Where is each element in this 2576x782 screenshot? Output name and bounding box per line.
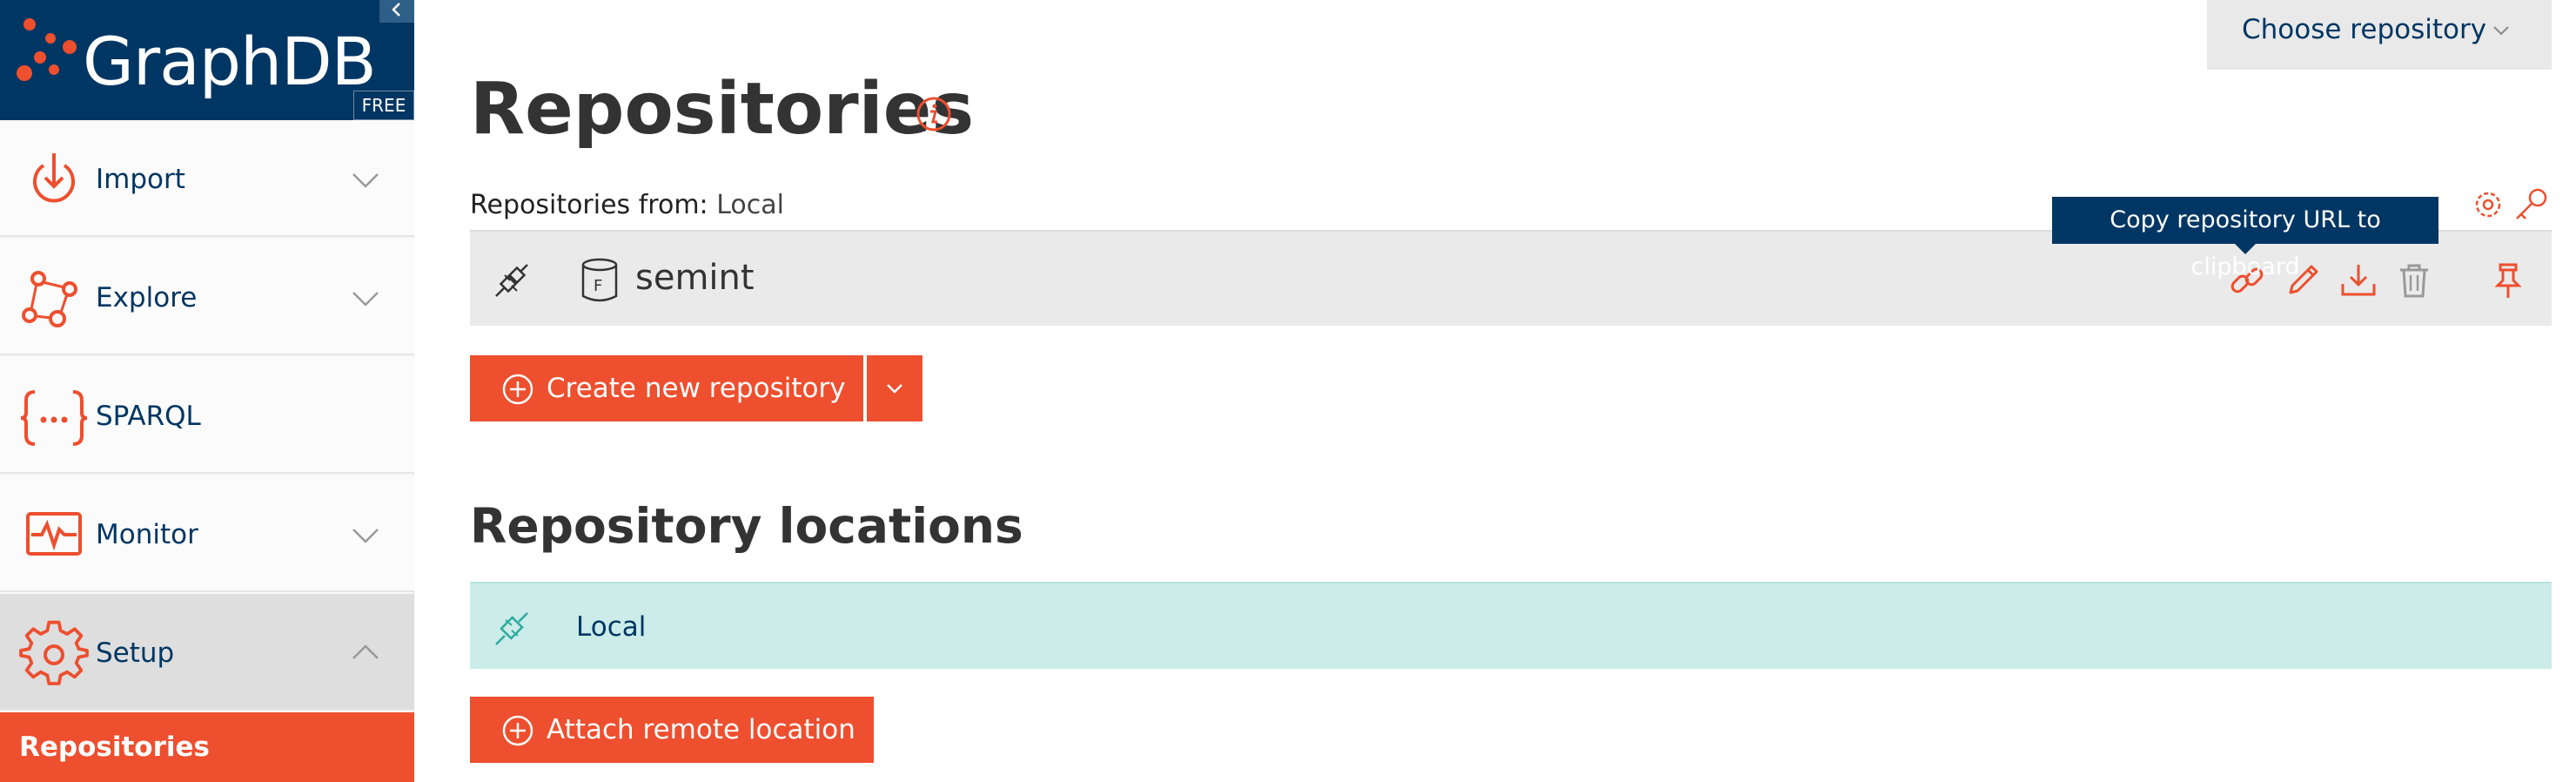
info-icon[interactable]	[916, 96, 952, 132]
monitor-icon	[26, 512, 82, 556]
copy-url-tooltip: Copy repository URL to clipboard	[2052, 197, 2438, 280]
edition-badge: FREE	[353, 91, 414, 120]
collapse-sidebar-button[interactable]	[379, 0, 414, 23]
attach-remote-location-button[interactable]: Attach remote location	[470, 697, 874, 763]
sidebar-item-label: SPARQL	[96, 401, 201, 432]
chevron-down-icon	[352, 173, 379, 188]
repositories-from: Repositories from: Local	[470, 190, 784, 220]
database-icon: F	[581, 258, 618, 302]
gear-icon[interactable]	[2472, 188, 2505, 221]
sidebar-item-label: Import	[96, 164, 185, 195]
create-repository-label: Create new repository	[547, 373, 846, 404]
logo-bar[interactable]: GraphDB FREE	[0, 0, 414, 120]
chevron-left-icon	[392, 3, 400, 17]
sidebar-item-label: Explore	[96, 282, 198, 313]
sidebar-item-explore[interactable]: Explore	[0, 239, 414, 355]
sidebar-item-label: Monitor	[96, 519, 198, 550]
chevron-up-icon	[352, 644, 379, 659]
chevron-down-icon	[2493, 26, 2509, 36]
repositories-from-value: Local	[716, 190, 784, 220]
sidebar-item-label: Setup	[96, 637, 175, 669]
choose-repository-dropdown[interactable]: Choose repository	[2207, 0, 2552, 70]
repositories-from-label: Repositories from:	[470, 190, 708, 220]
graphdb-logo-icon	[17, 18, 77, 81]
connected-plug-icon[interactable]	[493, 610, 531, 648]
sidebar-item-setup[interactable]: Setup	[0, 594, 414, 711]
explore-icon	[22, 271, 77, 327]
choose-repository-label: Choose repository	[2242, 14, 2487, 45]
sparql-icon	[20, 390, 88, 446]
plus-circle-icon	[502, 374, 533, 405]
pin-icon[interactable]	[2489, 261, 2527, 300]
repository-name[interactable]: semint	[635, 258, 755, 298]
sidebar-item-import[interactable]: Import	[0, 120, 414, 237]
key-icon[interactable]	[2513, 186, 2550, 221]
import-icon	[33, 153, 75, 203]
trash-icon[interactable]	[2395, 261, 2433, 300]
sidebar-item-sparql[interactable]: SPARQL	[0, 357, 414, 474]
sidebar: GraphDB FREE Import Explore SPARQL Monit…	[0, 0, 414, 782]
chevron-down-icon	[352, 292, 379, 307]
chevron-down-icon	[352, 529, 379, 543]
attach-remote-location-label: Attach remote location	[547, 714, 855, 745]
sidebar-subitem-repositories[interactable]: Repositories	[0, 712, 414, 782]
brand-name: GraphDB	[83, 23, 377, 100]
page-title: Repositories	[470, 68, 975, 151]
plus-circle-icon	[502, 715, 533, 746]
gear-icon	[19, 620, 89, 685]
repository-settings-icons	[2472, 185, 2552, 223]
create-repository-dropdown-button[interactable]	[867, 355, 922, 421]
sidebar-subitem-label: Repositories	[19, 731, 210, 763]
create-repository-button[interactable]: Create new repository	[470, 355, 863, 421]
location-row[interactable]: Local	[470, 582, 2552, 669]
tooltip-arrow	[2235, 244, 2256, 254]
download-icon[interactable]	[2339, 261, 2378, 300]
location-name: Local	[576, 611, 647, 643]
repository-type-letter: F	[594, 277, 602, 295]
repository-locations-title: Repository locations	[470, 498, 1023, 554]
sidebar-item-monitor[interactable]: Monitor	[0, 475, 414, 592]
disconnected-plug-icon[interactable]	[493, 261, 531, 300]
chevron-down-icon	[887, 384, 902, 394]
